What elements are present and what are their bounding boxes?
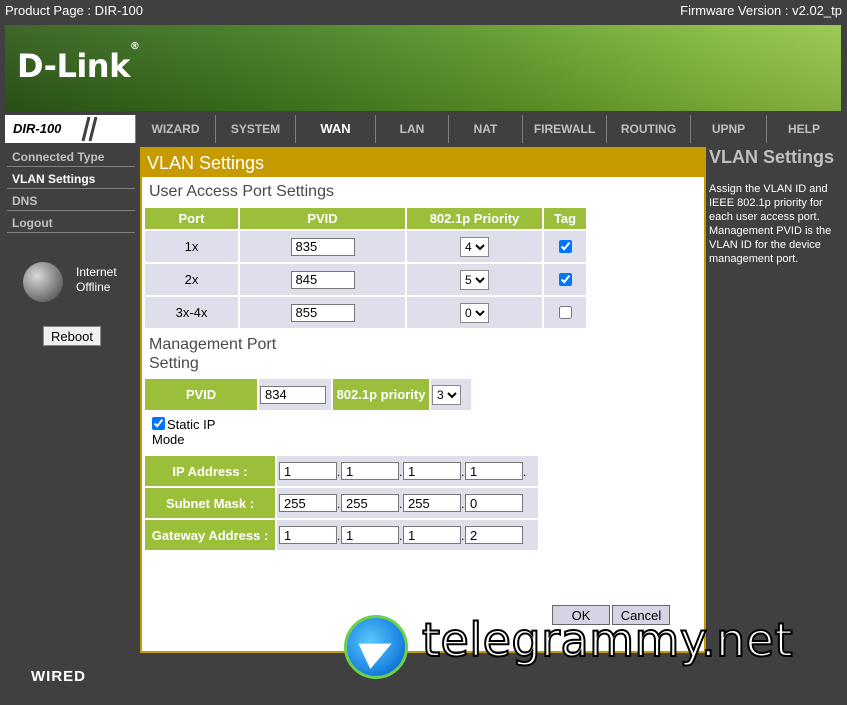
mask-octet-2[interactable] bbox=[341, 494, 399, 512]
sidebar-item-dns[interactable]: DNS bbox=[7, 191, 135, 211]
table-row: 3x-4x 0 bbox=[145, 297, 586, 328]
pvid-input-3x-4x[interactable] bbox=[290, 303, 355, 322]
header-banner: D-Link® bbox=[5, 25, 841, 111]
priority-select-2x[interactable]: 5 bbox=[460, 269, 489, 290]
port-cell: 3x-4x bbox=[145, 297, 238, 328]
help-title: VLAN Settings bbox=[709, 147, 835, 167]
tag-checkbox-1x[interactable] bbox=[559, 240, 572, 253]
gateway-octet-3[interactable] bbox=[403, 526, 461, 544]
tag-checkbox-3x-4x[interactable] bbox=[559, 306, 572, 319]
column-priority: 802.1p Priority bbox=[407, 208, 542, 229]
mask-octet-1[interactable] bbox=[279, 494, 337, 512]
tab-help[interactable]: HELP bbox=[766, 115, 841, 143]
mgmt-priority-select[interactable]: 3 bbox=[432, 384, 461, 405]
user-access-title: User Access Port Settings bbox=[149, 183, 334, 200]
ip-address-label: IP Address : bbox=[145, 456, 275, 486]
globe-icon bbox=[23, 262, 63, 302]
port-cell: 1x bbox=[145, 231, 238, 262]
user-access-table: Port PVID 802.1p Priority Tag 1x 4 2x 5 … bbox=[143, 206, 588, 330]
model-label: DIR-100 bbox=[13, 121, 62, 136]
priority-select-3x-4x[interactable]: 0 bbox=[460, 302, 489, 323]
tab-firewall[interactable]: FIREWALL bbox=[522, 115, 606, 143]
tab-upnp[interactable]: UPNP bbox=[690, 115, 766, 143]
telegram-logo-icon bbox=[344, 615, 408, 679]
reboot-button[interactable]: Reboot bbox=[43, 326, 101, 346]
priority-select-1x[interactable]: 4 bbox=[460, 236, 489, 257]
mask-octet-4[interactable] bbox=[465, 494, 523, 512]
column-pvid: PVID bbox=[240, 208, 405, 229]
subnet-mask-label: Subnet Mask : bbox=[145, 488, 275, 518]
tab-wan[interactable]: WAN bbox=[295, 115, 375, 143]
gateway-octet-1[interactable] bbox=[279, 526, 337, 544]
port-cell: 2x bbox=[145, 264, 238, 295]
gateway-octet-4[interactable] bbox=[465, 526, 523, 544]
slash-decoration-icon bbox=[81, 116, 98, 142]
top-bar: Product Page : DIR-100 Firmware Version … bbox=[0, 0, 847, 22]
main-panel: VLAN Settings User Access Port Settings … bbox=[140, 147, 706, 653]
mgmt-pvid-label: PVID bbox=[145, 379, 257, 410]
static-ip-checkbox[interactable] bbox=[152, 417, 165, 430]
pvid-input-2x[interactable] bbox=[290, 270, 355, 289]
tab-routing[interactable]: ROUTING bbox=[606, 115, 690, 143]
column-tag: Tag bbox=[544, 208, 586, 229]
dlink-logo: D-Link® bbox=[17, 41, 140, 85]
watermark: telegrammy.net bbox=[344, 612, 824, 685]
sidebar-item-vlan-settings[interactable]: VLAN Settings bbox=[7, 169, 135, 189]
table-row: 2x 5 bbox=[145, 264, 586, 295]
ip-address-row: IP Address : .... bbox=[145, 456, 538, 486]
table-row: 1x 4 bbox=[145, 231, 586, 262]
static-ip-label-2: Mode bbox=[152, 432, 185, 447]
product-page-label: Product Page : DIR-100 bbox=[5, 3, 144, 18]
pvid-input-1x[interactable] bbox=[290, 237, 355, 256]
status-line-internet: Internet bbox=[76, 265, 117, 279]
internet-status: Internet Offline bbox=[23, 262, 133, 302]
gateway-label: Gateway Address : bbox=[145, 520, 275, 550]
management-title: Management Port Setting bbox=[149, 336, 277, 372]
tag-checkbox-2x[interactable] bbox=[559, 273, 572, 286]
footer-wired-label: WIRED bbox=[31, 668, 86, 685]
sidebar-item-logout[interactable]: Logout bbox=[7, 213, 135, 233]
gateway-row: Gateway Address : ... bbox=[145, 520, 538, 550]
top-navigation: DIR-100 WIZARD SYSTEM WAN LAN NAT FIREWA… bbox=[5, 115, 841, 143]
subnet-mask-row: Subnet Mask : ... bbox=[145, 488, 538, 518]
ip-octet-3[interactable] bbox=[403, 462, 461, 480]
page-title: VLAN Settings bbox=[142, 149, 704, 177]
sidebar-item-connected-type[interactable]: Connected Type bbox=[7, 147, 135, 167]
ip-octet-1[interactable] bbox=[279, 462, 337, 480]
mgmt-priority-label: 802.1p priority bbox=[333, 379, 429, 410]
model-badge: DIR-100 bbox=[5, 115, 135, 143]
ip-octet-2[interactable] bbox=[341, 462, 399, 480]
help-text: Assign the VLAN ID and IEEE 802.1p prior… bbox=[709, 183, 832, 265]
tab-lan[interactable]: LAN bbox=[375, 115, 448, 143]
table-header-row: Port PVID 802.1p Priority Tag bbox=[145, 208, 586, 229]
ip-octet-4[interactable] bbox=[465, 462, 523, 480]
management-table: PVID 802.1p priority 3 bbox=[143, 377, 473, 412]
gateway-octet-2[interactable] bbox=[341, 526, 399, 544]
mask-octet-3[interactable] bbox=[403, 494, 461, 512]
column-port: Port bbox=[145, 208, 238, 229]
static-ip-label: Static IP bbox=[167, 417, 216, 432]
sidebar: Connected Type VLAN Settings DNS Logout … bbox=[5, 147, 137, 654]
static-ip-mode: Static IP Mode bbox=[152, 417, 215, 447]
ip-settings-table: IP Address : .... Subnet Mask : ... Gate… bbox=[143, 454, 540, 552]
tab-nat[interactable]: NAT bbox=[448, 115, 522, 143]
tab-system[interactable]: SYSTEM bbox=[215, 115, 295, 143]
mgmt-pvid-input[interactable] bbox=[260, 385, 326, 404]
firmware-version-label: Firmware Version : v2.02_tp bbox=[680, 3, 842, 18]
watermark-text: telegrammy.net bbox=[421, 612, 794, 668]
status-line-offline: Offline bbox=[76, 280, 111, 294]
help-panel: VLAN Settings Assign the VLAN ID and IEE… bbox=[706, 147, 841, 654]
tab-wizard[interactable]: WIZARD bbox=[135, 115, 215, 143]
